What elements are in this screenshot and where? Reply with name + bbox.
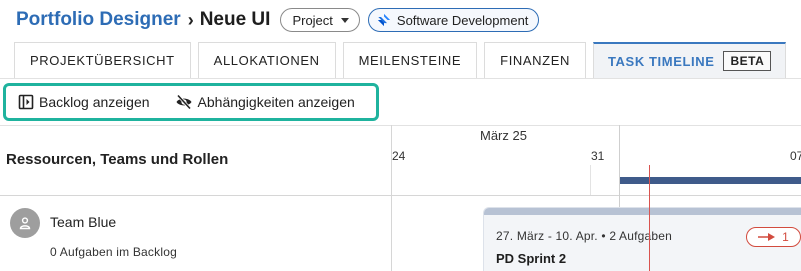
team-backlog-count: 0 Aufgaben im Backlog [50,245,177,259]
tab-task-timeline[interactable]: TASK TIMELINE BETA [592,42,787,78]
project-badge[interactable]: Software Development [367,8,540,32]
jira-icon [377,13,391,27]
avatar [10,208,40,238]
sidebar-panel-icon [18,94,34,110]
team-name[interactable]: Team Blue [50,214,116,230]
breadcrumb-separator: › [187,9,194,30]
month-label: März 25 [480,128,527,143]
day-label: 24 [392,149,406,163]
app-title[interactable]: Portfolio Designer [16,9,181,31]
tab-divider [0,78,801,79]
tab-meilensteine[interactable]: MEILENSTEINE [342,42,478,78]
resource-column-divider [391,125,392,271]
dependency-count: 1 [782,230,789,244]
show-backlog-label: Backlog anzeigen [39,94,150,110]
type-select[interactable]: Project [280,8,360,32]
sprint-dates: 27. März - 10. Apr. • 2 Aufgaben [496,229,673,243]
type-select-value: Project [292,12,333,28]
tab-label: PROJEKTÜBERSICHT [30,53,175,68]
timeline-toolbar: Backlog anzeigen Abhängigkeiten anzeigen [3,83,379,121]
tab-label: FINANZEN [500,53,570,68]
chevron-down-icon [340,17,349,23]
show-backlog-button[interactable]: Backlog anzeigen [18,94,150,110]
page-title: Neue UI [199,9,271,30]
day-label: 07 [790,149,801,163]
tab-label: ALLOKATIONEN [213,53,320,68]
tab-label: MEILENSTEINE [358,53,462,68]
tab-projektuebersicht[interactable]: PROJEKTÜBERSICHT [14,42,191,78]
show-dependencies-button[interactable]: Abhängigkeiten anzeigen [175,94,355,110]
day-separator [590,165,591,195]
sprint-card[interactable]: 27. März - 10. Apr. • 2 Aufgaben PD Spri… [483,207,801,271]
resources-column-title: Ressourcen, Teams und Rollen [6,151,229,168]
tab-bar: PROJEKTÜBERSICHT ALLOKATIONEN MEILENSTEI… [14,42,787,78]
sprint-name: PD Sprint 2 [496,251,567,266]
page-header: Portfolio Designer › Neue UI Project Sof… [16,7,540,33]
today-marker [649,165,650,271]
project-badge-label: Software Development [396,12,529,28]
sprint-card-header [484,208,801,215]
grid-header-divider [0,195,801,196]
grid-top-divider [0,125,801,126]
beta-badge: BETA [723,51,772,71]
tab-allokationen[interactable]: ALLOKATIONEN [197,42,336,78]
person-icon [19,217,31,230]
dependency-badge[interactable]: 1 [746,227,801,247]
tab-finanzen[interactable]: FINANZEN [484,42,586,78]
eye-off-icon [176,94,192,110]
day-label: 31 [591,149,605,163]
timeline-summary-bar[interactable] [620,177,801,184]
arrow-right-icon [758,233,776,241]
show-dependencies-label: Abhängigkeiten anzeigen [197,94,355,110]
tab-label: TASK TIMELINE [607,53,715,69]
